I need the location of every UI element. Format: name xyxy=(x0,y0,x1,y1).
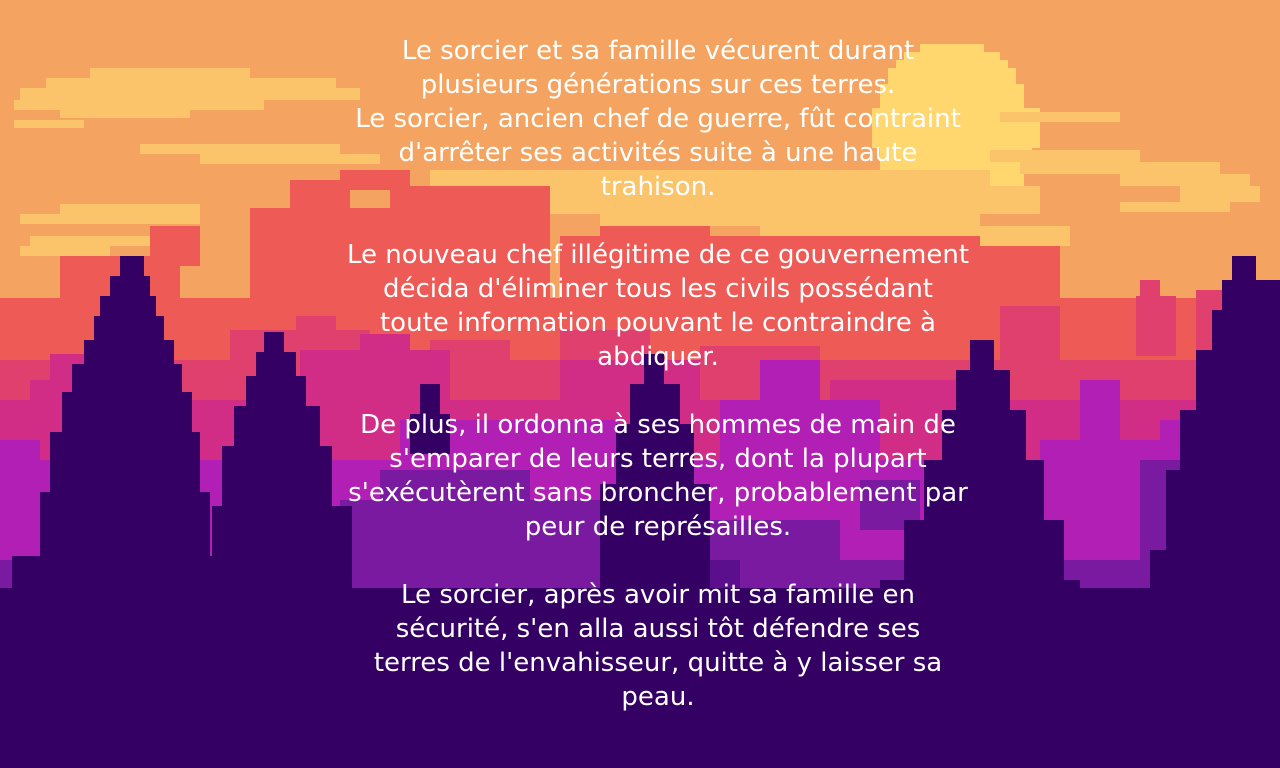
story-paragraph-3: De plus, il ordonna à ses hommes de main… xyxy=(348,410,968,542)
story-text-block: Le sorcier et sa famille vécurent durant… xyxy=(300,34,1016,714)
story-paragraph-2: Le nouveau chef illégitime de ce gouvern… xyxy=(346,240,970,372)
cutscene-screen: Le sorcier et sa famille vécurent durant… xyxy=(0,0,1280,768)
story-paragraph-1: Le sorcier et sa famille vécurent durant… xyxy=(355,36,961,202)
story-paragraph-4: Le sorcier, après avoir mit sa famille e… xyxy=(373,580,943,712)
